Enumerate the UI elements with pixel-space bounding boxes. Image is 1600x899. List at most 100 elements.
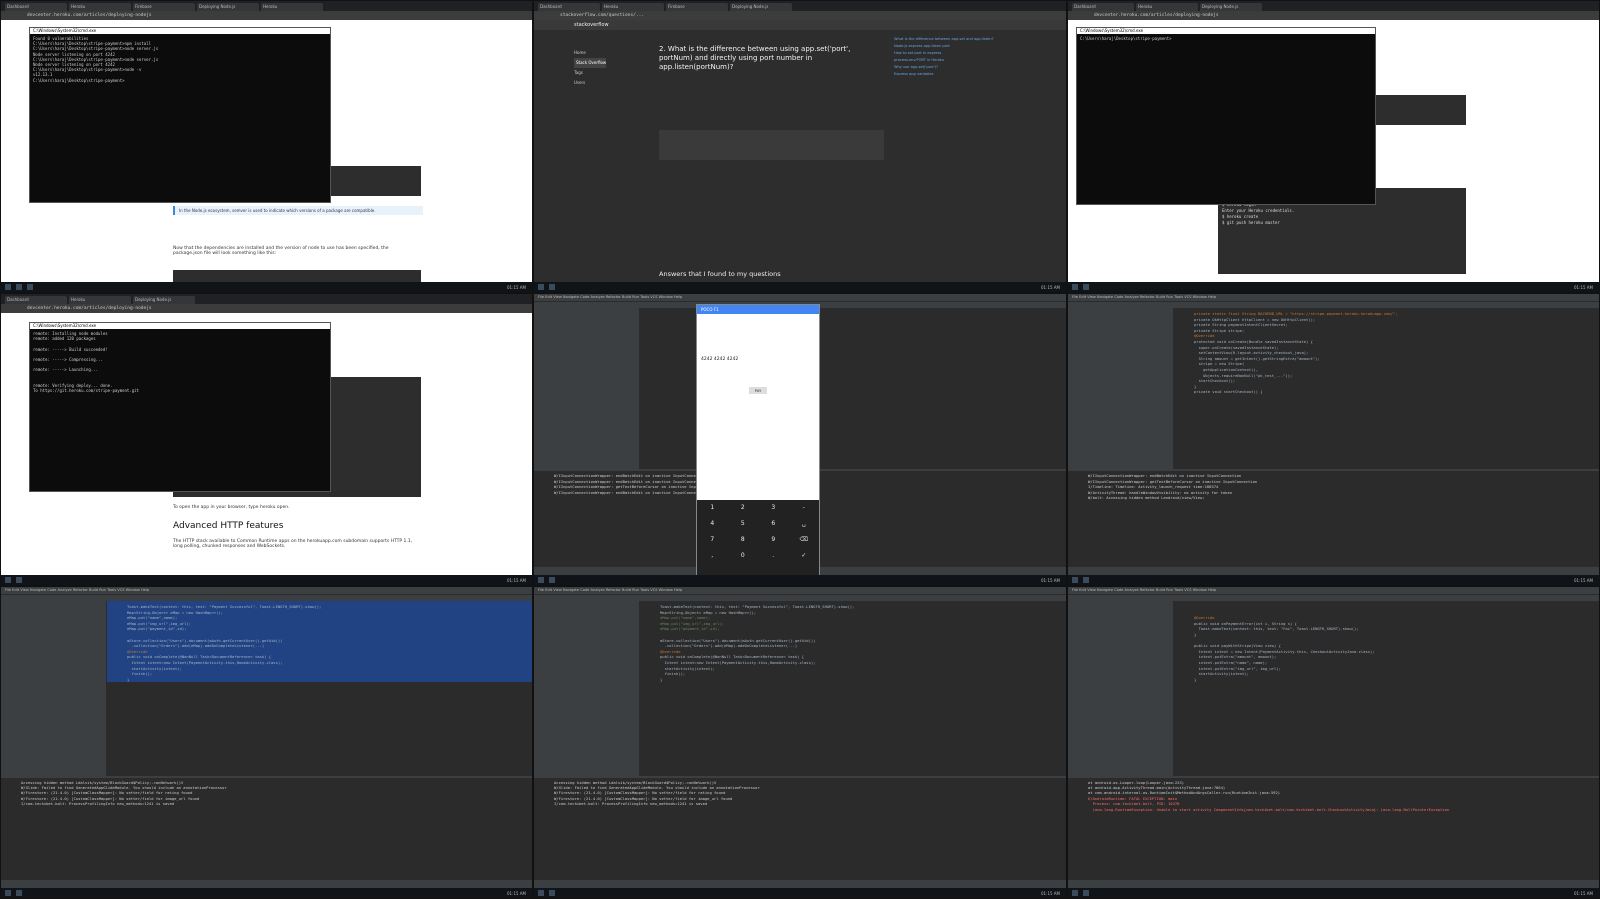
key[interactable]: - [789,500,820,516]
browser-tab[interactable]: Heroku [1136,3,1198,11]
android-studio-icon[interactable] [549,890,555,896]
doc-paragraph: The HTTP stack available to Common Runti… [173,539,413,549]
browser-tab[interactable]: Firebase [133,3,195,11]
address-bar[interactable]: devcenter.heroku.com/articles/deploying-… [1,304,532,313]
related-link[interactable]: Node.js express app.listen port [894,43,1044,50]
related-link[interactable]: Why use app.set('port')? [894,64,1044,71]
key[interactable]: 4 [697,516,728,532]
taskbar: 01:15 AM [1,575,532,585]
code-editor[interactable]: Toast.makeText(context: this, text: "Pay… [640,601,1066,782]
tile-empty-terminal: Dashboard Heroku Deploying Node.js devce… [1067,0,1600,293]
info-note: In the Node.js ecosystem, semver is used… [173,206,423,215]
code-editor[interactable]: private static final String BACKEND_URL … [1174,308,1599,477]
browser-tab[interactable]: Heroku [261,3,323,11]
browser-tab[interactable]: Deploying Node.js [730,3,792,11]
windows-icon[interactable] [5,284,11,290]
terminal-window[interactable]: C:\Windows\System32\cmd.exe C:\Users\har… [1076,27,1376,205]
android-studio-icon[interactable] [1083,577,1089,583]
android-studio-icon[interactable] [16,890,22,896]
key[interactable]: ✓ [789,548,820,564]
browser-tab[interactable]: Heroku [602,3,664,11]
logcat-console: W/IInputConnectionWrapper: endBatchEdit … [1068,469,1599,567]
address-bar[interactable]: devcenter.heroku.com/articles/deploying-… [1068,11,1599,20]
key[interactable]: 3 [758,500,789,516]
terminal-window[interactable]: C:\Windows\System32\cmd.exe remote: Inst… [29,322,331,492]
windows-icon[interactable] [538,577,544,583]
code-editor[interactable]: Toast.makeText(context: this, text: "Pay… [107,601,532,782]
related-link[interactable]: What is the difference between app.set a… [894,36,1044,43]
windows-icon[interactable] [538,284,544,290]
browser-tab[interactable]: Heroku [69,296,131,304]
windows-icon[interactable] [5,577,11,583]
key[interactable]: . [758,548,789,564]
ide-menu-bar[interactable]: File Edit View Navigate Code Analyze Ref… [534,294,1066,301]
logcat-output: W/IInputConnectionWrapper: endBatchEdit … [1088,473,1258,501]
key[interactable]: 1 [697,500,728,516]
key[interactable]: 6 [758,516,789,532]
related-link[interactable]: How to set port in express [894,50,1044,57]
key[interactable]: ⌫ [789,532,820,548]
key[interactable]: , [697,548,728,564]
pay-button[interactable]: PAY [749,387,767,394]
ide-menu-bar[interactable]: File Edit View Navigate Code Analyze Ref… [1068,587,1599,594]
key[interactable]: ␣ [789,516,820,532]
ide-toolbar [1,594,532,601]
browser-tab[interactable]: Dashboard [5,296,67,304]
chrome-icon[interactable] [27,284,33,290]
ide-status-bar [1,880,532,888]
key[interactable]: 9 [758,532,789,548]
ide-menu-bar[interactable]: File Edit View Navigate Code Analyze Ref… [1068,294,1599,301]
so-nav-item[interactable]: Stack Overflow [574,58,607,68]
code-content: Toast.makeText(context: this, text: "Pay… [660,604,855,682]
ide-menu-bar[interactable]: File Edit View Navigate Code Analyze Ref… [534,587,1066,594]
windows-icon[interactable] [5,890,11,896]
so-nav-item[interactable]: Users [574,78,606,88]
key[interactable]: 7 [697,532,728,548]
address-bar[interactable]: stackoverflow.com/questions/... [534,11,1066,20]
browser-tab[interactable]: Deploying Node.js [197,3,259,11]
so-logo[interactable]: stackoverflow [574,22,609,28]
stackoverflow-page: stackoverflow Home Stack Overflow Tags U… [534,20,1066,282]
ide-menu-bar[interactable]: File Edit View Navigate Code Analyze Ref… [1,587,532,594]
logcat-console: at android.os.Looper.loop(Looper.java:22… [1068,775,1599,880]
taskbar: 01:15 AM [1068,282,1599,292]
so-nav-item[interactable]: Home [574,48,606,58]
chrome-icon[interactable] [1083,284,1089,290]
browser-tab[interactable]: Firebase [666,3,728,11]
video-thumbnail-grid: Dashboard Heroku Firebase Deploying Node… [0,0,1600,899]
address-bar[interactable]: devcenter.heroku.com/articles/deploying-… [1,11,532,20]
android-studio-icon[interactable] [549,577,555,583]
emulator-window[interactable]: POCO F1 4242 4242 4242 PAY 1 2 3 - 4 5 6… [696,304,820,581]
windows-icon[interactable] [1072,890,1078,896]
taskbar-clock: 01:15 AM [1574,284,1593,290]
related-link[interactable]: process.env.PORT in Heroku [894,57,1044,64]
browser-tab[interactable]: Deploying Node.js [1200,3,1262,11]
code-editor[interactable]: @Override public void onPaymentError(int… [1174,601,1599,782]
terminal-window[interactable]: C:\Windows\System32\cmd.exe Found 0 vuln… [29,27,331,203]
key[interactable]: 8 [728,532,759,548]
key[interactable]: 0 [728,548,759,564]
windows-icon[interactable] [1072,577,1078,583]
doc-paragraph: Now that the dependencies are installed … [173,246,389,256]
ide-toolbar [534,594,1066,601]
taskbar-clock: 01:15 AM [507,577,526,583]
chrome-icon[interactable] [549,284,555,290]
key[interactable]: 2 [728,500,759,516]
key[interactable]: 5 [728,516,759,532]
browser-tab[interactable]: Deploying Node.js [133,296,195,304]
related-link[interactable]: Express app variables [894,71,1044,78]
browser-tab[interactable]: Dashboard [1072,3,1134,11]
browser-tab[interactable]: Dashboard [538,3,600,11]
android-studio-icon[interactable] [1083,890,1089,896]
so-nav-item[interactable]: Tags [574,68,606,78]
android-studio: File Edit View Navigate Code Analyze Ref… [1068,587,1599,888]
browser-tab[interactable]: Heroku [69,3,131,11]
search-icon[interactable] [16,284,22,290]
browser-tab[interactable]: Dashboard [5,3,67,11]
windows-icon[interactable] [538,890,544,896]
chrome-icon[interactable] [16,577,22,583]
card-number-field[interactable]: 4242 4242 4242 [701,357,738,362]
windows-icon[interactable] [1072,284,1078,290]
taskbar-clock: 01:15 AM [1574,890,1593,896]
taskbar: 01:15 AM [1,282,532,292]
